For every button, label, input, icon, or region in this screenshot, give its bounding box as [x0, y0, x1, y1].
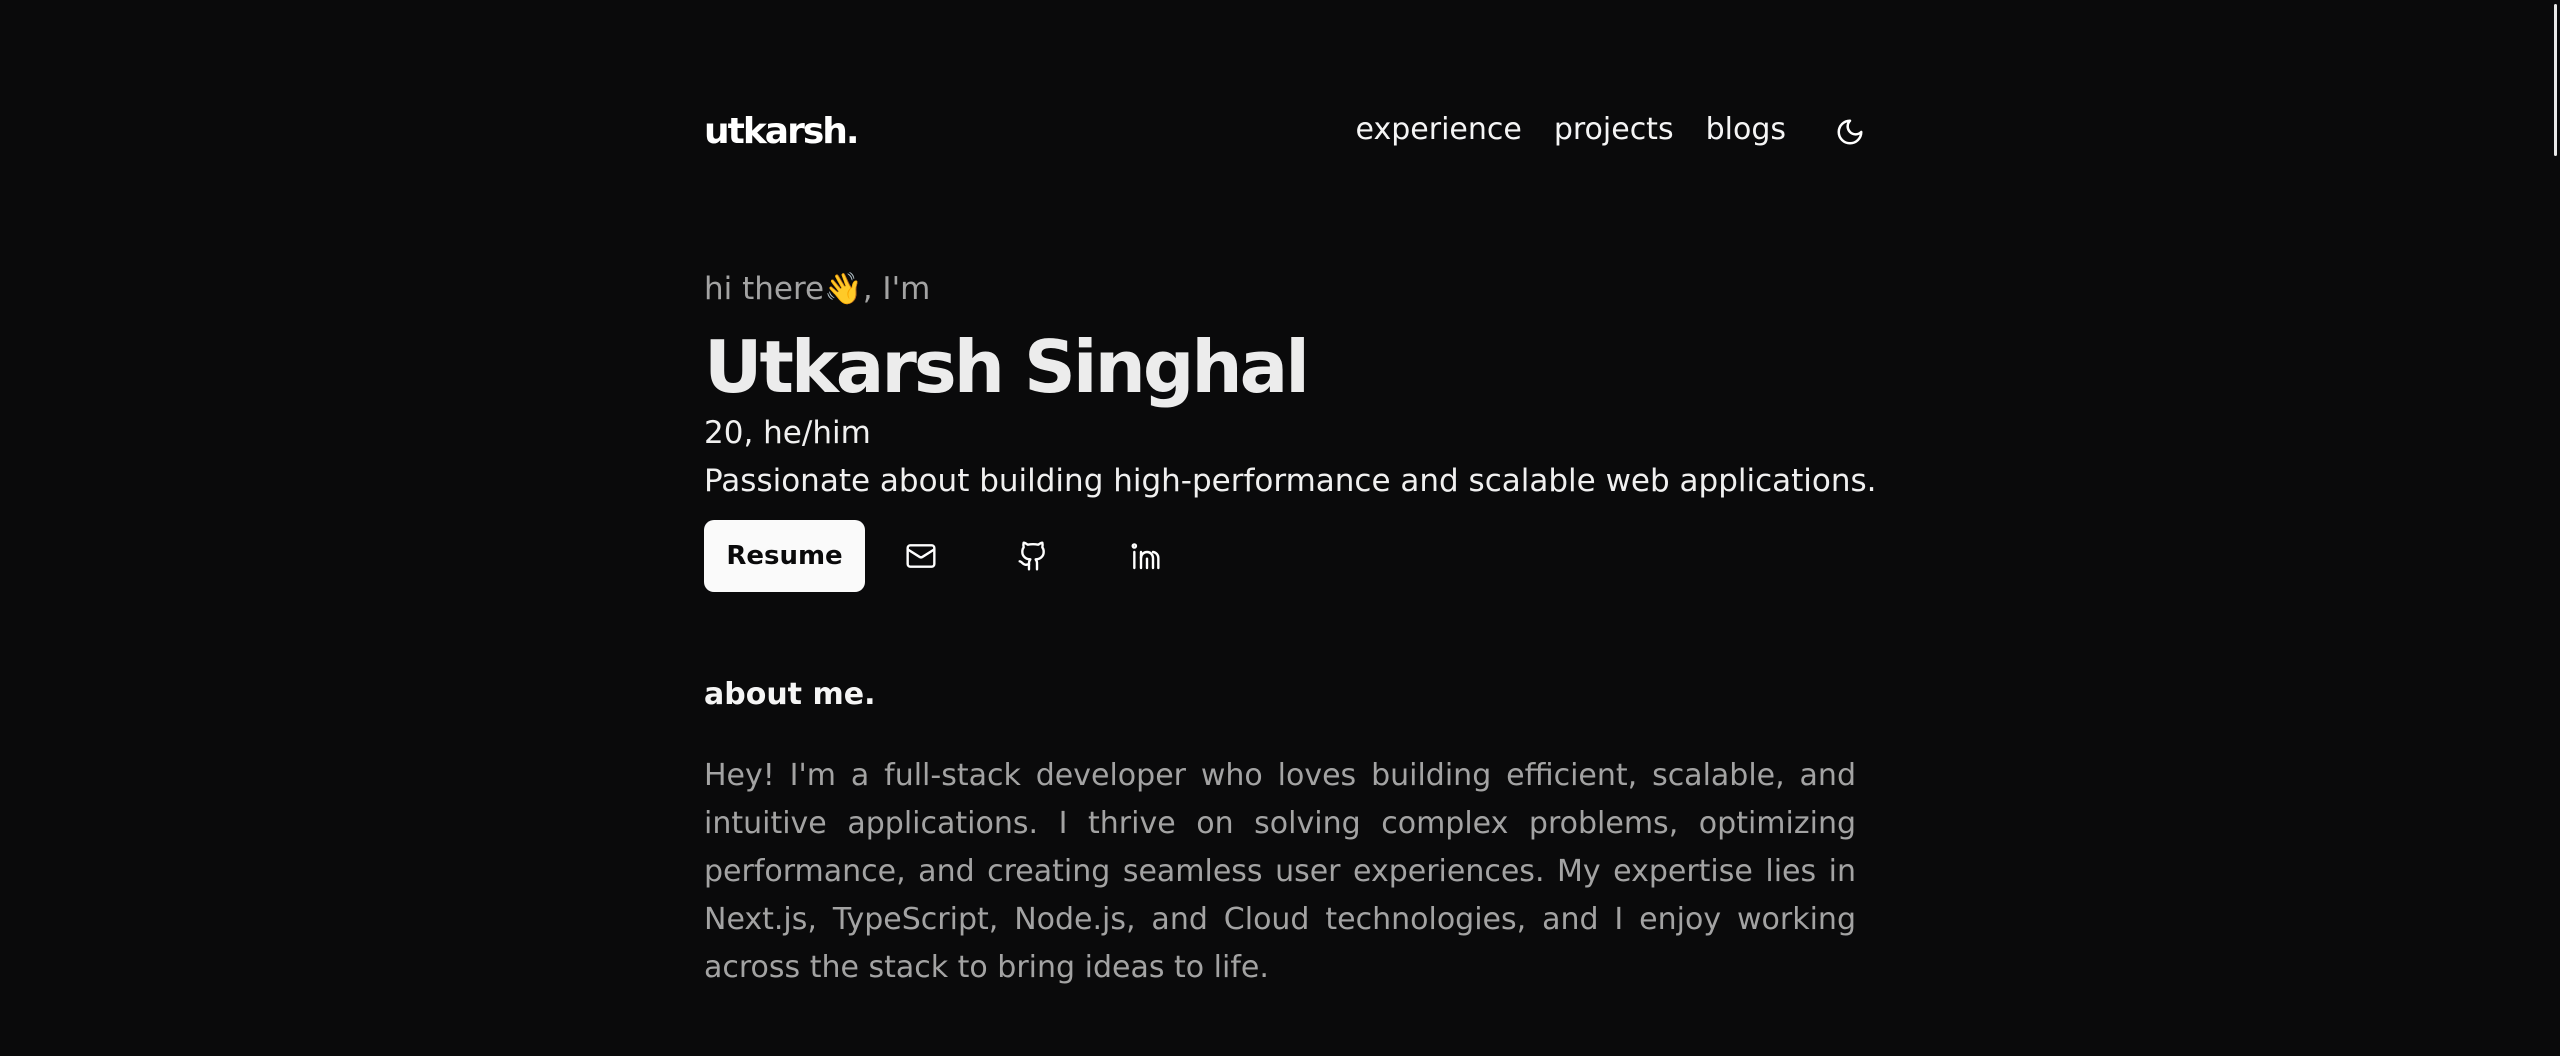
linkedin-link[interactable]: [1109, 520, 1181, 592]
site-header: utkarsh. experience projects blogs: [704, 100, 1868, 164]
portfolio-page: utkarsh. experience projects blogs hi th…: [0, 0, 2560, 1056]
main-nav: experience projects blogs: [1356, 110, 1786, 150]
about-heading: about me.: [704, 677, 876, 712]
linkedin-icon: [1131, 543, 1160, 570]
nav-link-projects[interactable]: projects: [1554, 110, 1674, 150]
theme-toggle-button[interactable]: [1832, 114, 1868, 150]
email-link[interactable]: [885, 520, 957, 592]
scrollbar-thumb[interactable]: [2554, 4, 2557, 156]
nav-link-blogs[interactable]: blogs: [1706, 110, 1786, 150]
page-scrollbar[interactable]: [2546, 0, 2560, 1056]
hero-greeting: hi there👋, I'm: [704, 271, 931, 307]
github-icon: [1018, 541, 1045, 571]
about-text: Hey! I'm a full-stack developer who love…: [704, 758, 1856, 985]
hero-age-pronouns: 20, he/him: [704, 415, 871, 451]
mail-icon: [906, 544, 936, 568]
nav-link-experience[interactable]: experience: [1356, 110, 1522, 150]
github-link[interactable]: [997, 520, 1069, 592]
hero-name: Utkarsh Singhal: [704, 325, 1310, 409]
site-logo[interactable]: utkarsh.: [704, 112, 860, 152]
hero-actions: Resume: [704, 520, 1181, 592]
moon-icon: [1837, 119, 1863, 145]
hero-tagline: Passionate about building high-performan…: [704, 463, 1877, 499]
resume-button[interactable]: Resume: [704, 520, 865, 592]
